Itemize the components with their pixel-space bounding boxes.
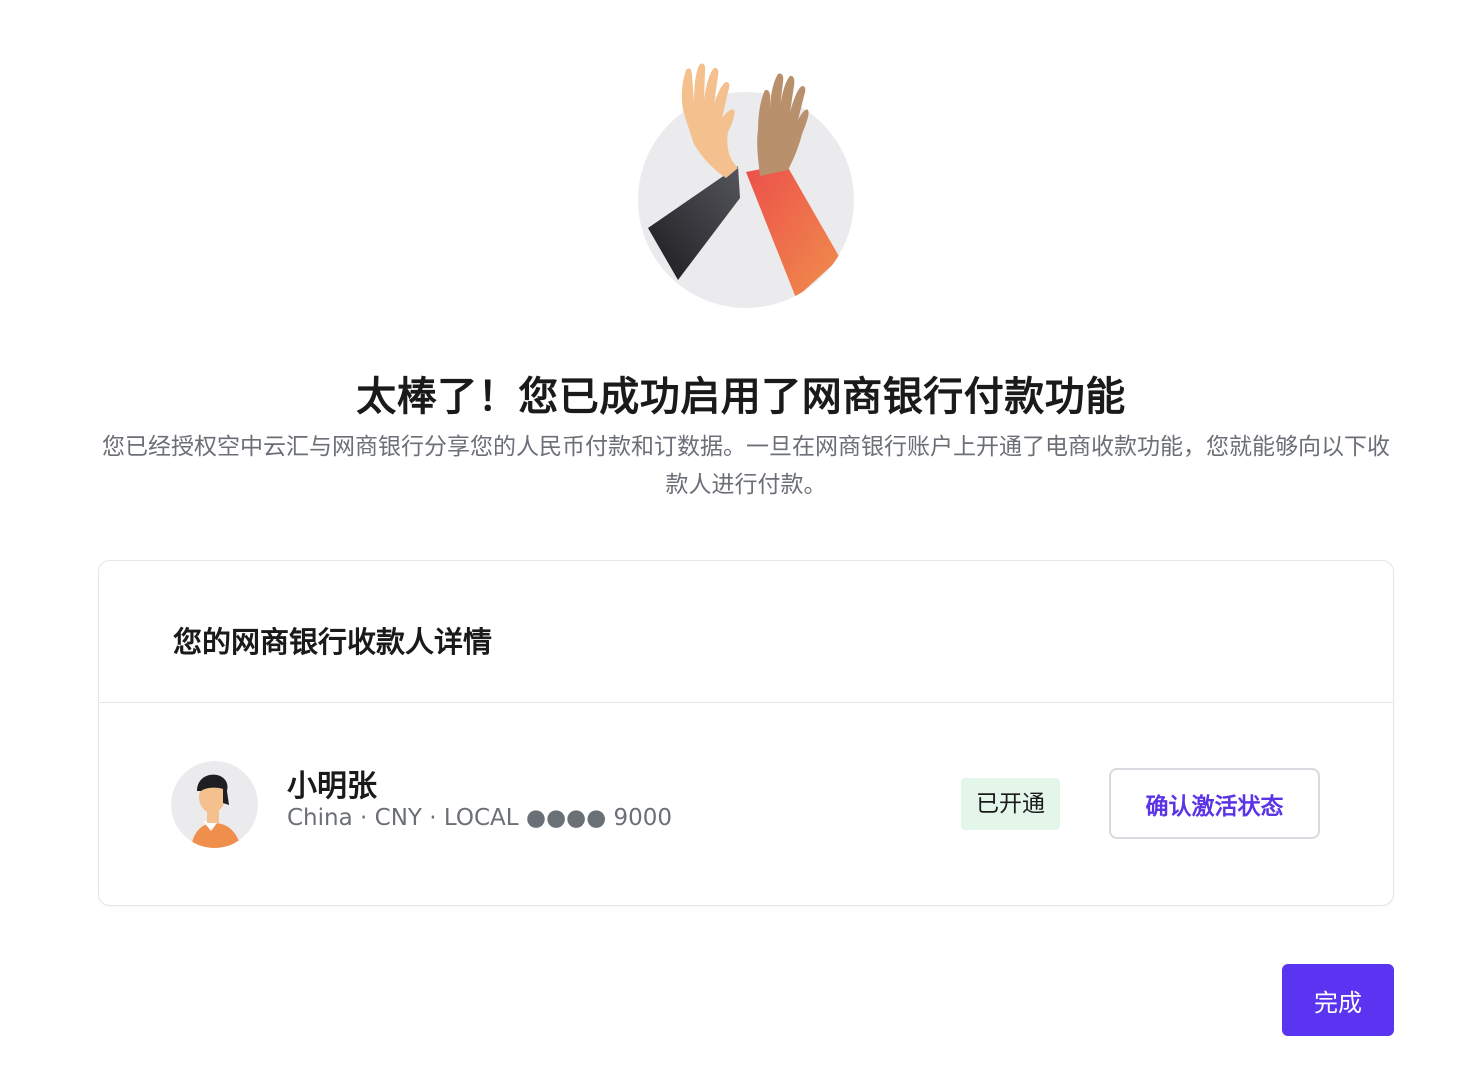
status-badge: 已开通 (961, 778, 1060, 830)
high-five-icon (638, 63, 854, 308)
card-title: 您的网商银行收款人详情 (173, 625, 493, 659)
page: 太棒了！您已成功启用了网商银行付款功能 您已经授权空中云汇与网商银行分享您的人民… (0, 0, 1482, 1086)
person-avatar-icon (171, 761, 258, 848)
payee-details-card: 您的网商银行收款人详情 小明张 China · CNY · LOCAL ●●●●… (98, 560, 1394, 906)
confirm-activation-button[interactable]: 确认激活状态 (1109, 768, 1320, 839)
payee-account-meta: China · CNY · LOCAL ●●●● 9000 (287, 805, 673, 831)
payee-name: 小明张 (287, 769, 377, 804)
page-title: 太棒了！您已成功启用了网商银行付款功能 (356, 374, 1126, 420)
done-button[interactable]: 完成 (1282, 964, 1394, 1036)
page-subtitle: 您已经授权空中云汇与网商银行分享您的人民币付款和订数据。一旦在网商银行账户上开通… (102, 434, 1390, 498)
